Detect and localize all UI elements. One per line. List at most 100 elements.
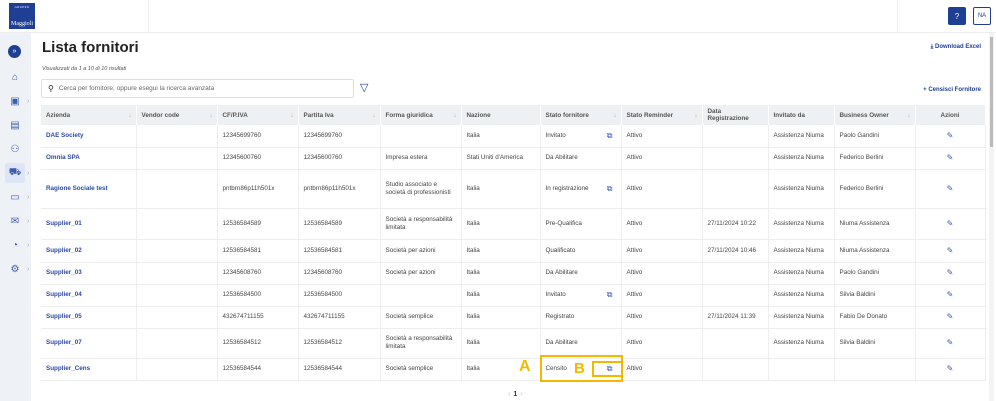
top-bar: GRUPPO Maggioli ? NA [0, 0, 996, 33]
table-cell: Attivo [621, 358, 703, 381]
column-header[interactable]: CF/P.IVA ↓ [217, 105, 299, 125]
next-page-icon[interactable]: › [520, 391, 522, 398]
search-input[interactable]: ⚲ Cerca per fornitore, oppure esegui la r… [41, 79, 354, 98]
column-header[interactable]: Stato fornitore ↓ [540, 105, 622, 125]
table-cell [380, 125, 462, 148]
sort-icon[interactable]: ↓ [907, 112, 910, 119]
chevron-right-icon: › [27, 169, 30, 177]
table-cell: 12345699760 [298, 125, 381, 148]
sidebar-item-work[interactable]: ▤ [5, 117, 25, 133]
help-button[interactable]: ? [948, 7, 966, 25]
table-cell: 432674711155 [298, 306, 381, 329]
table-row: Supplier_07 12536584512 12536584512 Società… [41, 328, 986, 359]
sidebar-item-reports[interactable]: ◔ › [5, 237, 29, 253]
supplier-link[interactable]: Supplier_04 [41, 284, 137, 307]
sort-icon[interactable]: ↓ [694, 112, 697, 119]
maggioli-logo[interactable]: GRUPPO Maggioli [9, 3, 35, 29]
table-cell: Italia [461, 239, 541, 263]
sidebar-item-suppliers[interactable]: ⛟ › [5, 163, 29, 183]
edit-icon[interactable]: ✎ [947, 153, 954, 162]
scrollbar-thumb[interactable] [990, 37, 993, 147]
external-link-icon[interactable]: ⧉ [607, 184, 613, 193]
supplier-link[interactable]: Supplier_01 [41, 208, 137, 240]
table-cell: Società per azioni [380, 262, 462, 285]
table-cell: Da Abilitare [540, 328, 622, 359]
prev-page-icon[interactable]: ‹ [508, 391, 510, 398]
download-excel-button[interactable]: ⤓ Download Excel [931, 44, 981, 51]
sort-icon[interactable]: ↓ [209, 112, 212, 119]
supplier-link[interactable]: Supplier_03 [41, 262, 137, 285]
filter-icon[interactable]: ▽ [360, 81, 368, 94]
table-cell: Silvia Baldini [834, 284, 916, 307]
scrollbar[interactable] [989, 33, 994, 401]
table-cell: Italia [461, 125, 541, 148]
supplier-link[interactable]: Supplier_Cens [41, 358, 137, 381]
user-avatar[interactable]: NA [973, 7, 991, 25]
supplier-link[interactable]: Omnia SPA [41, 147, 137, 170]
column-header[interactable]: Partita Iva ↓ [298, 105, 381, 125]
edit-icon[interactable]: ✎ [947, 312, 954, 321]
table-cell: Italia [461, 262, 541, 285]
table-row: Omnia SPA 12345600760 12345600760 Impresa e… [41, 147, 986, 170]
column-header[interactable]: Nazione [461, 105, 541, 125]
column-header[interactable]: Vendor code ↓ [136, 105, 218, 125]
censisci-fornitore-button[interactable]: + Censisci Fornitore [923, 87, 981, 93]
table-row: Supplier_05 432674711155 432674711155 Socie… [41, 306, 986, 329]
table-cell: Niuma Assistenza [834, 239, 916, 263]
table-row: Supplier_Cens 12536584544 12536584544 Socie… [41, 358, 986, 381]
external-link-icon[interactable]: ⧉ [607, 291, 613, 299]
table-cell: 12345600760 [298, 147, 381, 170]
edit-icon[interactable]: ✎ [947, 184, 954, 193]
sidebar-item-anagrafica[interactable]: ▣ › [5, 93, 29, 109]
column-header[interactable]: Stato Reminder ↓ [621, 105, 703, 125]
actions-cell: ✎ [915, 169, 986, 209]
supplier-link[interactable]: Supplier_05 [41, 306, 137, 329]
table-cell: Attivo [621, 328, 703, 359]
column-header[interactable]: Invitato da [768, 105, 835, 125]
sort-icon[interactable]: ↓ [453, 112, 456, 119]
column-header[interactable]: Forma giuridica ↓ [380, 105, 462, 125]
sort-icon[interactable]: ↓ [290, 112, 293, 119]
table-cell: Assistenza Niuma [768, 306, 835, 329]
table-cell [702, 262, 769, 285]
edit-icon[interactable]: ✎ [947, 131, 954, 140]
supplier-link[interactable]: Supplier_02 [41, 239, 137, 263]
edit-icon[interactable]: ✎ [947, 290, 954, 299]
table-cell [136, 262, 218, 285]
edit-icon[interactable]: ✎ [947, 246, 954, 255]
sidebar-item-documents[interactable]: ▭ › [5, 189, 29, 205]
edit-icon[interactable]: ✎ [947, 364, 954, 373]
supplier-link[interactable]: Ragione Sociale test [41, 169, 137, 209]
table-cell: Assistenza Niuma [768, 169, 835, 209]
edit-icon[interactable]: ✎ [947, 219, 954, 228]
table-cell: Fabio De Donato [834, 306, 916, 329]
sidebar-item-users[interactable]: ⚇ [5, 141, 25, 157]
column-header[interactable]: Azioni [915, 105, 986, 125]
column-header[interactable]: Business Owner ↓ [834, 105, 916, 125]
table-cell [136, 306, 218, 329]
edit-icon[interactable]: ✎ [947, 338, 954, 347]
search-icon: ⚲ [48, 84, 54, 93]
edit-icon[interactable]: ✎ [947, 268, 954, 277]
supplier-link[interactable]: Supplier_07 [41, 328, 137, 359]
sidebar-item-home[interactable]: ⌂ [5, 69, 25, 85]
sidebar-item-messages[interactable]: ✉ › [5, 213, 30, 229]
column-header[interactable]: Data Registrazione [702, 105, 769, 125]
sort-icon[interactable]: ↓ [372, 112, 375, 119]
sidebar-item-settings[interactable]: ⚙ › [5, 261, 30, 277]
sort-icon[interactable]: ↓ [613, 112, 616, 119]
table-cell [702, 284, 769, 307]
column-header[interactable]: Azienda ↓ [41, 105, 137, 125]
table-cell: Attivo [621, 147, 703, 170]
sidebar-expand-button[interactable]: » [8, 45, 21, 58]
divider [148, 0, 149, 33]
table-cell: Attivo [621, 306, 703, 329]
table-cell: Attivo [621, 125, 703, 148]
supplier-link[interactable]: DAE Society [41, 125, 137, 148]
table-cell: 27/11/2024 10:46 [702, 239, 769, 263]
table-row: Ragione Sociale test pntbrn86p11h501x pntb… [41, 169, 986, 209]
sort-icon[interactable]: ↓ [128, 112, 131, 119]
external-link-icon[interactable]: ⧉ [607, 131, 613, 140]
table-cell [136, 208, 218, 240]
page-number[interactable]: 1 [513, 391, 517, 398]
